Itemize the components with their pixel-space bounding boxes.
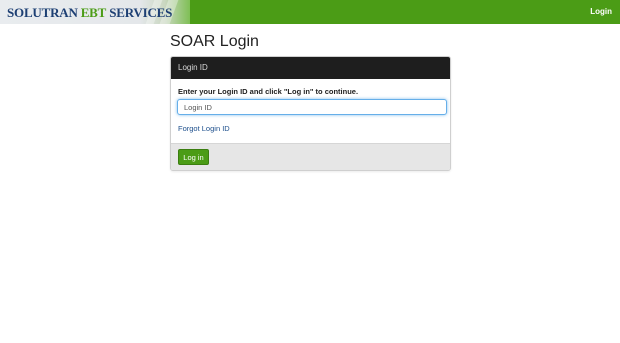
panel-footer: Log in <box>171 143 450 170</box>
logo-text-solutran: SOLUTRAN <box>7 5 78 20</box>
logo-text-services: SERVICES <box>109 5 173 20</box>
login-id-input[interactable] <box>177 99 447 115</box>
nav-login-link[interactable]: Login <box>590 7 612 16</box>
top-navbar: SOLUTRAN EBT SERVICES Login <box>0 0 620 24</box>
panel-body: Enter your Login ID and click "Log in" t… <box>171 79 450 144</box>
login-panel: Login ID Enter your Login ID and click "… <box>170 56 451 171</box>
log-in-button[interactable]: Log in <box>178 149 209 165</box>
page-title: SOAR Login <box>170 33 259 50</box>
panel-header: Login ID <box>171 57 450 79</box>
solutran-logo[interactable]: SOLUTRAN EBT SERVICES <box>7 5 172 21</box>
logo-area: SOLUTRAN EBT SERVICES <box>0 0 190 24</box>
forgot-login-id-link[interactable]: Forgot Login ID <box>178 124 230 133</box>
login-instruction: Enter your Login ID and click "Log in" t… <box>178 87 359 96</box>
logo-text-ebt: EBT <box>80 5 107 20</box>
